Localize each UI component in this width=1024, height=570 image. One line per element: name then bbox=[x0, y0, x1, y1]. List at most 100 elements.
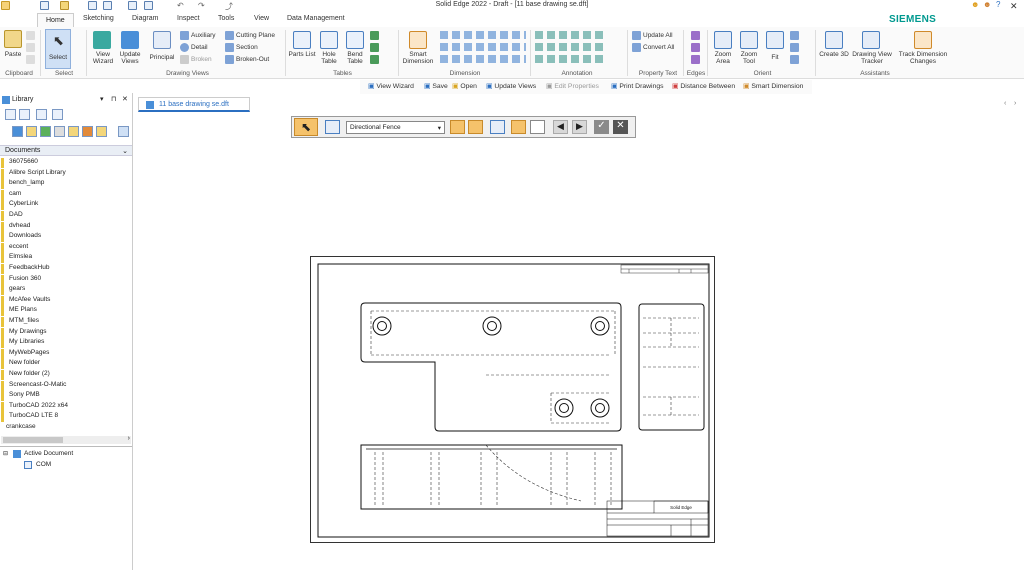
zoom-in-icon[interactable] bbox=[790, 31, 799, 40]
list-item[interactable]: dvhead bbox=[1, 221, 30, 232]
list-item[interactable]: MyWebPages bbox=[1, 348, 49, 359]
list-item[interactable]: cam bbox=[1, 189, 21, 200]
document-tab[interactable]: 11 base drawing se.dft bbox=[138, 97, 250, 112]
list-item[interactable]: eccent bbox=[1, 242, 28, 253]
track-dimension-changes-button[interactable]: Track Dimension Changes bbox=[895, 51, 951, 65]
rectangle-fence-icon[interactable] bbox=[511, 120, 526, 134]
cutting-plane-button[interactable]: Cutting Plane bbox=[236, 32, 275, 39]
scroll-right-icon[interactable]: › bbox=[128, 435, 130, 442]
broken-out-icon[interactable] bbox=[225, 55, 234, 64]
accept-icon[interactable]: ✓ bbox=[594, 120, 609, 134]
list-item[interactable]: Sony PMB bbox=[1, 391, 40, 402]
hole-table-icon[interactable] bbox=[320, 31, 338, 49]
list-item[interactable]: CyberLink bbox=[1, 200, 38, 211]
paste-button[interactable]: Paste bbox=[0, 51, 26, 58]
library-nav-icon[interactable] bbox=[52, 109, 63, 120]
list-item[interactable]: 36075660 bbox=[1, 158, 38, 168]
tree-item-active-document[interactable]: Active Document bbox=[24, 450, 73, 457]
polygon-fence-icon[interactable] bbox=[530, 120, 545, 134]
library-view-icon[interactable] bbox=[12, 126, 23, 137]
select-filter-icon[interactable] bbox=[468, 120, 483, 134]
list-item[interactable]: New folder bbox=[1, 359, 40, 370]
cutting-plane-icon[interactable] bbox=[225, 31, 234, 40]
list-item[interactable]: MTM_files bbox=[1, 317, 39, 327]
arrow-left-icon[interactable]: ◀ bbox=[553, 120, 568, 134]
tab-diagram[interactable]: Diagram bbox=[132, 15, 158, 22]
library-list-icon[interactable] bbox=[96, 126, 107, 137]
tab-scroll-right-icon[interactable]: › bbox=[1014, 100, 1016, 107]
list-item[interactable]: My Drawings bbox=[1, 327, 47, 338]
table-tool-icon[interactable] bbox=[370, 43, 379, 52]
section-button[interactable]: Section bbox=[236, 44, 258, 51]
tab-tools[interactable]: Tools bbox=[218, 15, 234, 22]
smart-dimension-icon[interactable] bbox=[409, 31, 427, 49]
library-search-icon[interactable] bbox=[118, 126, 129, 137]
library-new-folder-icon[interactable] bbox=[68, 126, 79, 137]
table-tool-icon[interactable] bbox=[370, 55, 379, 64]
detail-button[interactable]: Detail bbox=[191, 44, 208, 51]
paste-icon[interactable] bbox=[4, 30, 22, 48]
open-quick-button[interactable]: ▣ Open bbox=[452, 82, 477, 90]
drawing-sheet[interactable]: Solid Edge bbox=[310, 256, 715, 543]
select-filter-icon[interactable] bbox=[450, 120, 465, 134]
convert-all-button[interactable]: Convert All bbox=[643, 44, 674, 51]
fit-button[interactable]: Fit bbox=[763, 54, 787, 61]
view-wizard-icon[interactable] bbox=[93, 31, 111, 49]
list-item[interactable]: Alibre Script Library bbox=[1, 168, 66, 179]
smart-dimension-quick-button[interactable]: ▣ Smart Dimension bbox=[743, 82, 803, 90]
select-tool-button[interactable]: ⬉ bbox=[294, 118, 318, 136]
view-wizard-quick-button[interactable]: ▣ View Wizard bbox=[368, 82, 414, 90]
library-folder-icon[interactable] bbox=[26, 126, 37, 137]
principal-view-icon[interactable] bbox=[153, 31, 171, 49]
view-orient-icon[interactable] bbox=[790, 55, 799, 64]
list-item[interactable]: McAfee Vaults bbox=[1, 295, 50, 306]
pin-icon[interactable]: ⊓ bbox=[111, 95, 116, 103]
update-views-icon[interactable] bbox=[121, 31, 139, 49]
select-options-icon[interactable] bbox=[325, 120, 340, 134]
list-item[interactable]: My Libraries bbox=[1, 338, 44, 349]
format-painter-icon[interactable] bbox=[26, 55, 35, 64]
list-item[interactable]: ME Plans bbox=[1, 306, 37, 317]
tree-item-com[interactable]: COM bbox=[36, 461, 51, 468]
bend-table-icon[interactable] bbox=[346, 31, 364, 49]
close-window-icon[interactable]: ✕ bbox=[1010, 1, 1018, 12]
zoom-area-button[interactable]: Zoom Area bbox=[709, 51, 737, 65]
support-face-icon[interactable]: ☻ bbox=[983, 0, 991, 9]
arrow-right-icon[interactable]: ▶ bbox=[572, 120, 587, 134]
annotation-tools-grid-icon[interactable] bbox=[535, 31, 607, 67]
print-drawings-quick-button[interactable]: ▣ Print Drawings bbox=[611, 82, 664, 90]
smart-dimension-button[interactable]: Smart Dimension bbox=[399, 51, 437, 65]
zoom-tool-icon[interactable] bbox=[740, 31, 758, 49]
list-item[interactable]: Downloads bbox=[1, 232, 41, 243]
help-icon[interactable]: ? bbox=[996, 0, 1000, 9]
zoom-area-icon[interactable] bbox=[714, 31, 732, 49]
library-up-icon[interactable] bbox=[40, 126, 51, 137]
list-item[interactable]: bench_lamp bbox=[1, 179, 44, 190]
cut-icon[interactable] bbox=[26, 31, 35, 40]
create-3d-button[interactable]: Create 3D bbox=[819, 51, 849, 58]
edge-style-icon[interactable] bbox=[691, 55, 700, 64]
track-dimension-changes-icon[interactable] bbox=[914, 31, 932, 49]
pan-icon[interactable] bbox=[790, 43, 799, 52]
principal-button[interactable]: Principal bbox=[145, 54, 179, 61]
list-item[interactable]: DAD bbox=[1, 211, 23, 221]
list-item[interactable]: Screencast-O-Matic bbox=[1, 380, 66, 391]
bend-table-button[interactable]: Bend Table bbox=[342, 51, 368, 65]
copy-icon[interactable] bbox=[26, 43, 35, 52]
table-tool-icon[interactable] bbox=[370, 31, 379, 40]
section-icon[interactable] bbox=[225, 43, 234, 52]
list-item[interactable]: Fusion 360 bbox=[1, 274, 41, 285]
hole-table-button[interactable]: Hole Table bbox=[316, 51, 342, 65]
drawing-view-tracker-button[interactable]: Drawing View Tracker bbox=[846, 51, 898, 65]
tab-inspect[interactable]: Inspect bbox=[177, 15, 200, 22]
horizontal-scrollbar[interactable]: › bbox=[1, 435, 131, 444]
close-pane-icon[interactable]: ✕ bbox=[122, 95, 128, 103]
convert-all-icon[interactable] bbox=[632, 43, 641, 52]
tab-data-management[interactable]: Data Management bbox=[287, 15, 345, 22]
library-nav-icon[interactable] bbox=[36, 109, 47, 120]
dimension-tools-grid-icon[interactable] bbox=[440, 31, 526, 67]
list-item[interactable]: TurboCAD 2022 x64 bbox=[1, 401, 68, 412]
pane-options-icon[interactable]: ▾ bbox=[100, 95, 104, 103]
tree-collapse-icon[interactable]: ⊟ bbox=[3, 450, 8, 457]
view-wizard-button[interactable]: View Wizard bbox=[88, 51, 118, 65]
